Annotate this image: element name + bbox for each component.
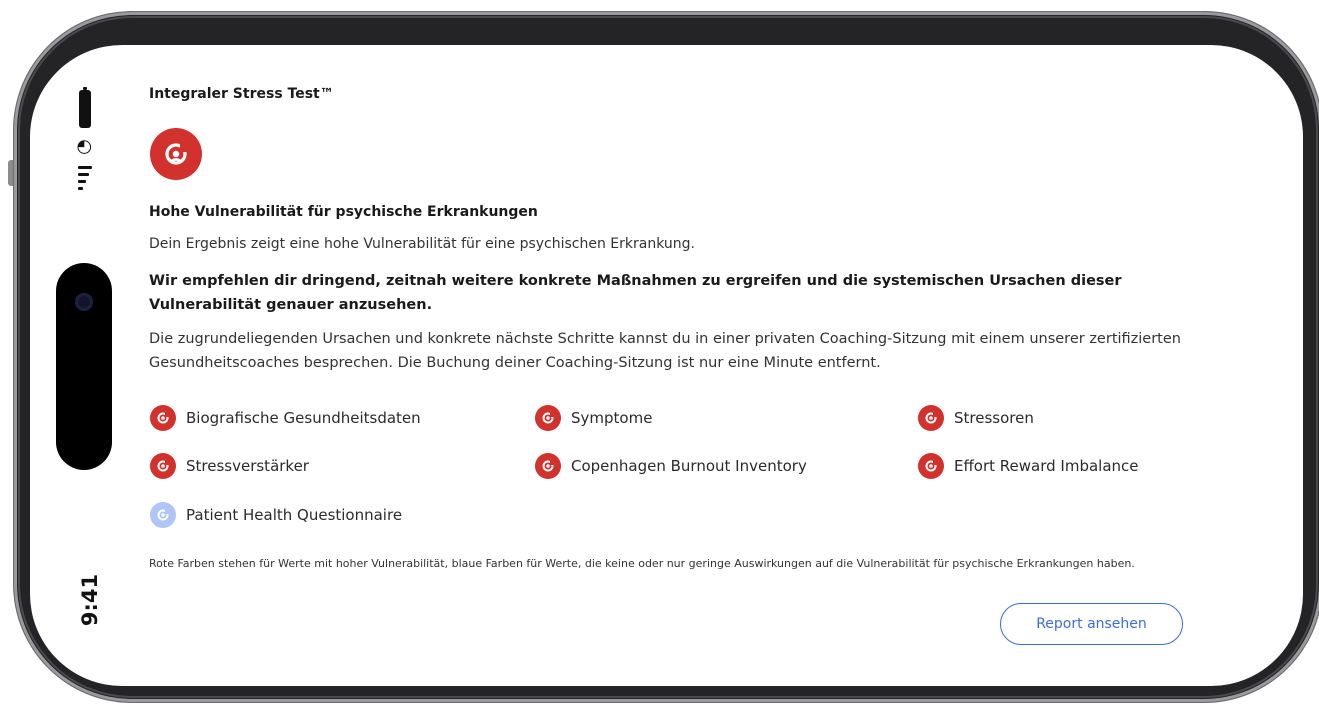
factor-effort-reward-imbalance[interactable]: Effort Reward Imbalance	[918, 453, 1139, 479]
factor-status-red-icon	[918, 405, 944, 431]
color-legend-note: Rote Farben stehen für Werte mit hoher V…	[149, 557, 1135, 570]
factor-stressverstaerker[interactable]: Stressverstärker	[150, 453, 309, 479]
result-details: Die zugrundeliegenden Ursachen und konkr…	[149, 331, 1181, 371]
result-recommendation: Wir empfehlen dir dringend, zeitnah weit…	[149, 273, 1122, 313]
factor-status-red-icon	[535, 405, 561, 431]
factor-label: Effort Reward Imbalance	[954, 457, 1139, 475]
front-camera	[75, 293, 93, 311]
dynamic-island	[56, 263, 112, 470]
factor-stressoren[interactable]: Stressoren	[918, 405, 1034, 431]
app-title: Integraler Stress Test™	[149, 86, 334, 102]
factor-label: Copenhagen Burnout Inventory	[571, 457, 807, 475]
factor-label: Patient Health Questionnaire	[186, 506, 403, 524]
factor-label: Stressverstärker	[186, 457, 309, 475]
battery-icon	[79, 87, 91, 128]
factor-status-blue-icon	[150, 502, 176, 528]
status-time: 9:41	[78, 573, 102, 627]
result-heading: Hohe Vulnerabilität für psychische Erkra…	[149, 204, 538, 220]
factor-biografische-gesundheitsdaten[interactable]: Biografische Gesundheitsdaten	[150, 405, 421, 431]
factor-status-red-icon	[150, 453, 176, 479]
stress-gauge-icon	[150, 128, 202, 180]
factor-patient-health-questionnaire[interactable]: Patient Health Questionnaire	[150, 502, 402, 528]
factor-status-red-icon	[535, 453, 561, 479]
factor-label: Symptome	[571, 409, 653, 427]
factor-copenhagen-burnout-inventory[interactable]: Copenhagen Burnout Inventory	[535, 453, 807, 479]
result-summary: Dein Ergebnis zeigt eine hohe Vulnerabil…	[149, 236, 695, 252]
factor-label: Biografische Gesundheitsdaten	[186, 409, 421, 427]
factor-status-red-icon	[918, 453, 944, 479]
cellular-signal-icon	[78, 166, 92, 198]
wifi-icon: ◔	[72, 139, 94, 155]
factor-label: Stressoren	[954, 409, 1034, 427]
factor-status-red-icon	[150, 405, 176, 431]
report-ansehen-button[interactable]: Report ansehen	[1000, 603, 1183, 645]
factor-symptome[interactable]: Symptome	[535, 405, 652, 431]
